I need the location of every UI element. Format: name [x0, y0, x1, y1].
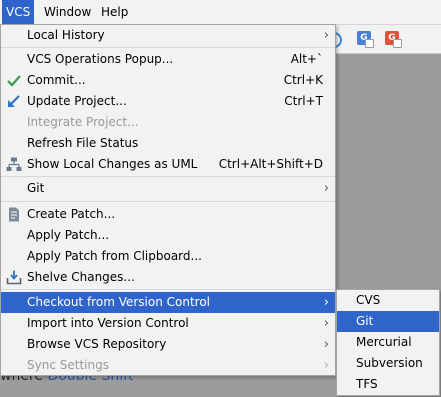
menu-item-label: Create Patch...: [27, 207, 116, 221]
separator: [1, 201, 335, 202]
submenu-item-tfs[interactable]: TFS: [337, 374, 439, 395]
menu-item-label: Update Project...: [27, 94, 127, 108]
menu-item-label: Apply Patch from Clipboard...: [27, 249, 202, 263]
submenu-arrow-icon: ›: [323, 295, 329, 310]
menu-item-show-local-changes-uml[interactable]: Show Local Changes as UML Ctrl+Alt+Shift…: [1, 154, 335, 175]
shortcut: Alt+`: [290, 52, 323, 66]
checkout-submenu: CVS Git Mercurial Subversion TFS: [336, 289, 440, 396]
menu-item-label: Shelve Changes...: [27, 270, 135, 284]
menu-item-label: Refresh File Status: [27, 136, 139, 150]
patch-file-icon: [9, 207, 19, 222]
menu-vcs[interactable]: VCS: [2, 0, 35, 24]
vcs-menu: Local History › VCS Operations Popup... …: [0, 24, 336, 376]
separator: [1, 289, 335, 290]
menu-item-label: Browse VCS Repository: [27, 337, 167, 351]
translate-icon[interactable]: G: [385, 31, 402, 48]
menu-item-label: Show Local Changes as UML: [27, 157, 198, 171]
menu-item-shelve-changes[interactable]: Shelve Changes...: [1, 267, 335, 288]
menu-item-label: Import into Version Control: [27, 316, 189, 330]
separator: [1, 47, 335, 48]
menu-item-label: Sync Settings: [27, 358, 109, 372]
shortcut: Ctrl+K: [283, 73, 323, 87]
toolbar: G G: [330, 25, 441, 54]
submenu-item-label: Mercurial: [356, 335, 412, 349]
menu-bar: VCS Window Help: [0, 0, 441, 25]
submenu-arrow-icon: ›: [323, 316, 329, 331]
menu-item-label: Checkout from Version Control: [27, 295, 211, 309]
menu-item-label: Git: [27, 181, 45, 195]
menu-item-git[interactable]: Git ›: [1, 178, 335, 199]
menu-item-refresh-file-status[interactable]: Refresh File Status: [1, 133, 335, 154]
menu-item-import-into-vcs[interactable]: Import into Version Control ›: [1, 313, 335, 334]
menu-item-commit[interactable]: Commit... Ctrl+K: [1, 70, 335, 91]
menu-item-browse-vcs-repository[interactable]: Browse VCS Repository ›: [1, 334, 335, 355]
checkmark-icon: [7, 75, 21, 87]
submenu-arrow-icon: ›: [323, 337, 329, 352]
submenu-item-subversion[interactable]: Subversion: [337, 353, 439, 374]
submenu-item-mercurial[interactable]: Mercurial: [337, 332, 439, 353]
submenu-item-label: Subversion: [356, 356, 423, 370]
menu-item-update-project[interactable]: Update Project... Ctrl+T: [1, 91, 335, 112]
menu-item-label: Integrate Project...: [27, 115, 139, 129]
submenu-item-cvs[interactable]: CVS: [337, 290, 439, 311]
shelve-icon: [6, 270, 22, 285]
menu-help[interactable]: Help: [97, 0, 132, 24]
menu-item-label: Apply Patch...: [27, 228, 110, 242]
menu-item-checkout-from-vcs[interactable]: Checkout from Version Control ›: [1, 292, 335, 313]
separator: [1, 176, 335, 177]
menu-item-apply-patch-clipboard[interactable]: Apply Patch from Clipboard...: [1, 246, 335, 267]
menu-item-apply-patch[interactable]: Apply Patch...: [1, 225, 335, 246]
shortcut: Ctrl+Alt+Shift+D: [218, 157, 323, 171]
menu-item-label: VCS Operations Popup...: [27, 52, 174, 66]
submenu-item-label: TFS: [356, 377, 378, 391]
menu-item-label: Commit...: [27, 73, 86, 87]
menu-item-label: Local History: [27, 28, 105, 42]
menu-item-local-history[interactable]: Local History ›: [1, 25, 335, 46]
submenu-arrow-icon: ›: [323, 181, 329, 196]
submenu-item-label: CVS: [356, 293, 381, 307]
shortcut: Ctrl+T: [284, 94, 323, 108]
menu-window[interactable]: Window: [40, 0, 95, 24]
menu-item-sync-settings: Sync Settings ›: [1, 355, 335, 376]
submenu-arrow-icon: ›: [323, 28, 329, 43]
uml-diagram-icon: [6, 157, 22, 171]
menu-item-integrate-project: Integrate Project...: [1, 112, 335, 133]
submenu-item-git[interactable]: Git: [337, 311, 439, 332]
submenu-arrow-icon: ›: [323, 358, 329, 373]
google-translate-icon[interactable]: G: [357, 31, 374, 48]
update-arrow-icon: [8, 95, 20, 107]
menu-item-vcs-operations-popup[interactable]: VCS Operations Popup... Alt+`: [1, 49, 335, 70]
menu-item-create-patch[interactable]: Create Patch...: [1, 204, 335, 225]
submenu-item-label: Git: [356, 314, 374, 328]
